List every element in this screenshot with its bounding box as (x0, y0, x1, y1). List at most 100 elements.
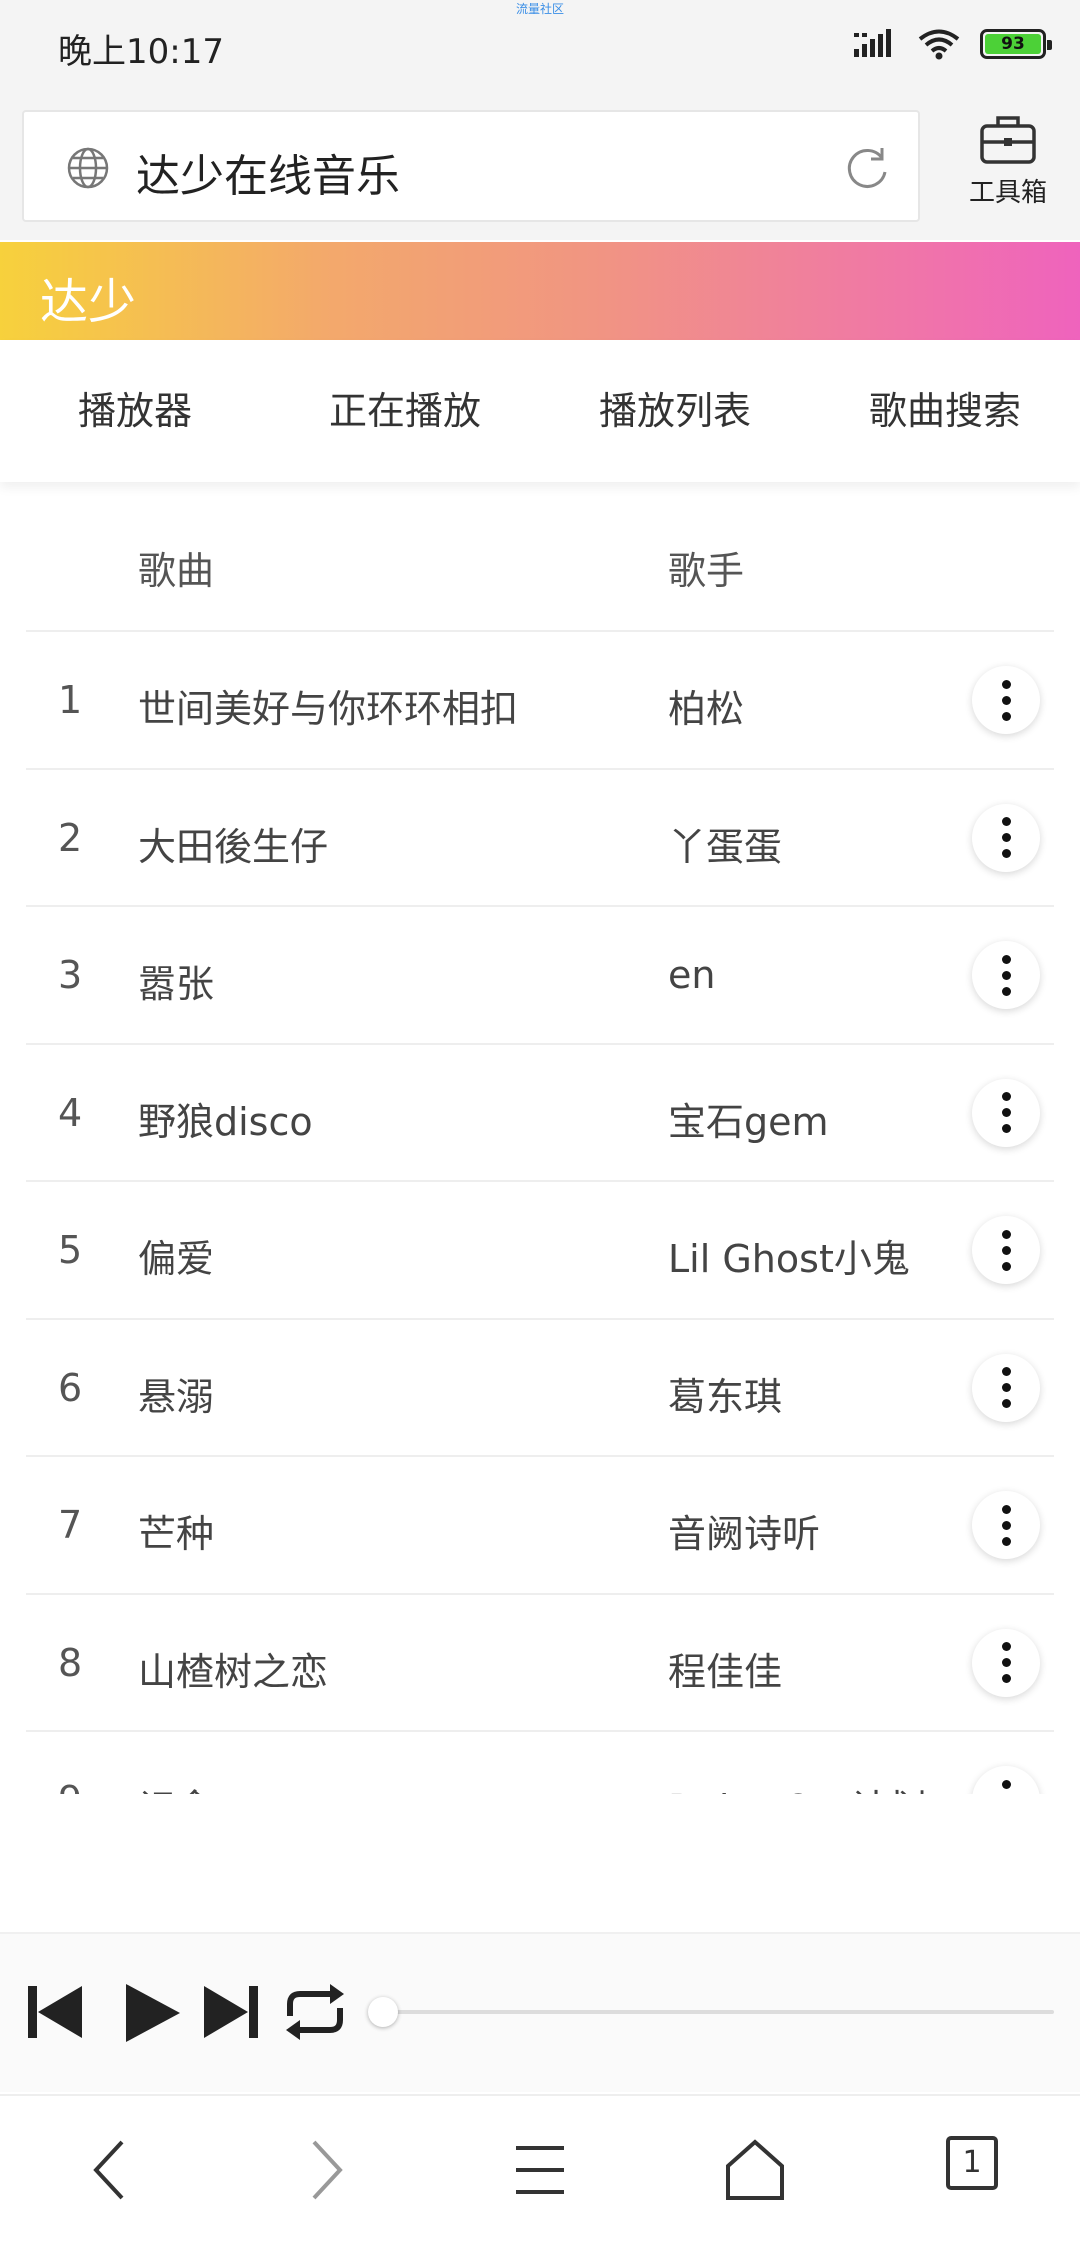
song-title[interactable]: 记念 (138, 1778, 214, 1794)
more-options-icon[interactable] (972, 1628, 1040, 1697)
dot (1001, 817, 1011, 826)
more-options-icon[interactable] (972, 1491, 1040, 1559)
dot (1001, 954, 1011, 964)
play-icon[interactable] (122, 1982, 182, 2044)
table-row[interactable]: 7 芒种 音阙诗听 (26, 1457, 1054, 1595)
status-tiny-label: 流量社区 (515, 2, 564, 16)
artist-name: 程佳佳 (668, 1649, 783, 1694)
dot (1001, 849, 1011, 858)
progress-track[interactable] (384, 2010, 1054, 2014)
dot (1001, 1245, 1011, 1255)
dot (1001, 970, 1011, 980)
dot (1001, 833, 1011, 842)
site-banner: 达少 (0, 242, 1080, 340)
back-icon[interactable] (90, 2138, 130, 2202)
globe-icon (67, 147, 109, 189)
toolbox-label: 工具箱 (968, 178, 1047, 208)
next-track-icon[interactable] (202, 1982, 260, 2042)
artist-name: 音阙诗听 (668, 1512, 821, 1556)
home-icon[interactable] (724, 2138, 786, 2202)
tabs-button[interactable]: 1 (946, 2136, 998, 2190)
table-row[interactable]: 1 世间美好与你环环相扣 柏松 (26, 632, 1054, 770)
artist-name: en (668, 953, 716, 997)
song-title[interactable]: 嚣张 (138, 953, 214, 1008)
table-row[interactable]: 3 嚣张 en (26, 907, 1054, 1045)
table-body: 1 世间美好与你环环相扣 柏松 2 大田後生仔 丫蛋蛋 3 嚣张 en 4 野狼disco 宝石gem… (26, 632, 1054, 1794)
song-table: 歌曲 歌手 1 世间美好与你环环相扣 柏松 2 大田後生仔 丫蛋蛋 3 嚣张 en 4 野狼disc… (26, 492, 1054, 1794)
artist-name: Lil Ghost小鬼 (668, 1237, 910, 1281)
more-options-icon[interactable] (972, 803, 1040, 872)
tab-now-playing[interactable]: 正在播放 (270, 340, 540, 482)
dot (1001, 1520, 1011, 1530)
table-row[interactable]: 8 山楂树之恋 程佳佳 (26, 1595, 1054, 1732)
table-row[interactable]: 5 偏爱 Lil Ghost小鬼 (26, 1182, 1054, 1320)
nav-tabs: 播放器 正在播放 播放列表 歌曲搜索 (0, 340, 1080, 482)
toolbox-button[interactable]: 工具箱 (950, 112, 1066, 209)
row-number: 4 (58, 1090, 83, 1135)
dot (1001, 1229, 1011, 1239)
previous-track-icon[interactable] (26, 1982, 84, 2042)
row-number: 9 (58, 1778, 82, 1794)
artist-name: 丫蛋蛋 (668, 824, 783, 869)
dot (1001, 695, 1011, 705)
row-number: 1 (58, 678, 83, 722)
table-row[interactable]: 4 野狼disco 宝石gem (26, 1045, 1054, 1182)
browser-top-bar: 达少在线音乐 工具箱 (0, 100, 1080, 240)
dot (1001, 1536, 1011, 1546)
dot (1001, 1779, 1011, 1789)
more-options-icon[interactable] (972, 941, 1040, 1009)
row-number: 8 (58, 1640, 83, 1685)
page-title: 达少在线音乐 (136, 151, 400, 202)
row-number: 7 (58, 1503, 83, 1547)
battery-level: 93 (985, 34, 1041, 54)
table-row[interactable]: 9 记念 RAiNBOW计划 (26, 1732, 1054, 1794)
table-row[interactable]: 6 悬溺 葛东琪 (26, 1320, 1054, 1457)
dot (1001, 711, 1011, 721)
header-song: 歌曲 (138, 549, 215, 593)
tab-song-search[interactable]: 歌曲搜索 (810, 340, 1080, 482)
row-number: 6 (58, 1365, 83, 1410)
dot (1001, 1108, 1011, 1117)
status-icons: 93 (854, 28, 1052, 60)
status-bar: 流量社区 晚上10:17 93 (0, 0, 1080, 100)
tab-playlist[interactable]: 播放列表 (540, 340, 810, 482)
menu-icon[interactable] (512, 2138, 568, 2202)
more-options-icon[interactable] (972, 1766, 1040, 1794)
table-row[interactable]: 2 大田後生仔 丫蛋蛋 (26, 770, 1054, 907)
artist-name: 葛东琪 (668, 1374, 783, 1419)
dot (1001, 1658, 1011, 1667)
battery-icon: 93 (980, 29, 1052, 59)
dot (1001, 1383, 1011, 1392)
song-title[interactable]: 芒种 (138, 1503, 214, 1558)
url-bar[interactable]: 达少在线音乐 (22, 110, 920, 222)
dot (1001, 1399, 1011, 1408)
song-title[interactable]: 山楂树之恋 (138, 1641, 328, 1696)
song-title[interactable]: 悬溺 (138, 1366, 214, 1421)
site-title: 达少 (40, 274, 137, 330)
dot (1001, 679, 1011, 689)
dot (1001, 1674, 1011, 1683)
dot (1001, 1092, 1011, 1101)
song-title[interactable]: 偏爱 (138, 1228, 214, 1283)
artist-name: 柏松 (668, 687, 745, 731)
reload-icon[interactable] (842, 144, 892, 194)
more-options-icon[interactable] (972, 1216, 1040, 1284)
song-title[interactable]: 大田後生仔 (138, 816, 328, 871)
dot (1001, 1642, 1011, 1651)
row-number: 3 (58, 953, 83, 997)
dot (1001, 1504, 1011, 1514)
tab-player[interactable]: 播放器 (0, 340, 270, 482)
dot (1001, 1124, 1011, 1133)
row-number: 5 (58, 1228, 83, 1272)
repeat-icon[interactable] (282, 1982, 348, 2042)
more-options-icon[interactable] (972, 666, 1040, 734)
wifi-icon (918, 29, 960, 60)
more-options-icon[interactable] (972, 1353, 1040, 1422)
more-options-icon[interactable] (972, 1078, 1040, 1147)
song-title[interactable]: 野狼disco (138, 1091, 313, 1146)
status-time: 晚上10:17 (58, 32, 224, 72)
song-title[interactable]: 世间美好与你环环相扣 (138, 678, 518, 733)
forward-icon[interactable] (306, 2138, 346, 2202)
artist-name: RAiNBOW计划 (668, 1778, 927, 1794)
progress-knob[interactable] (368, 1997, 398, 2027)
